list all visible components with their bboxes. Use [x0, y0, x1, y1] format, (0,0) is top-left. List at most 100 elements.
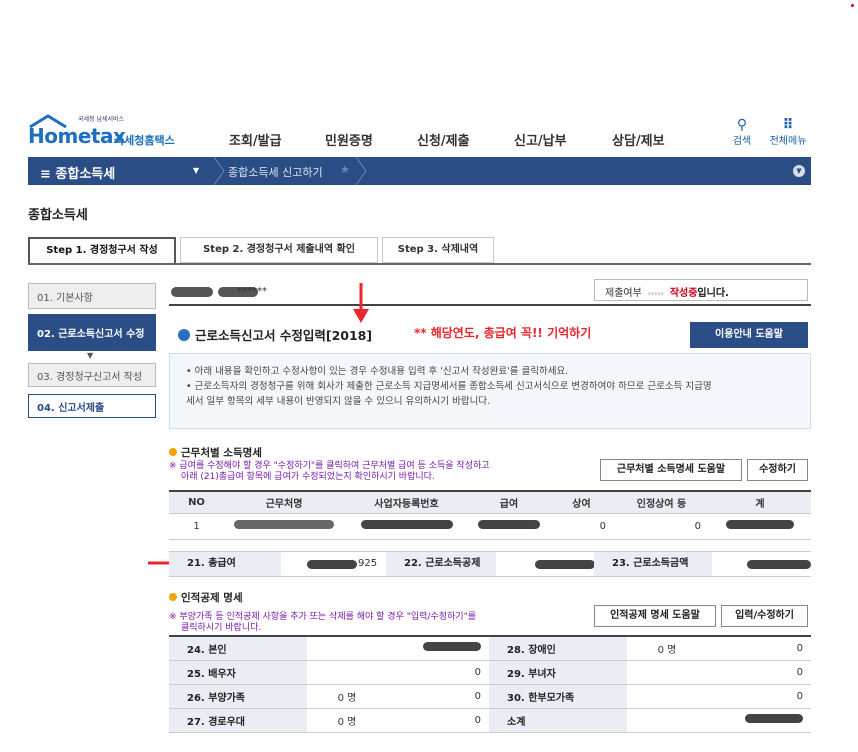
cell-bonus: 0 [549, 513, 614, 540]
info-box: • 아래 내용을 확인하고 수정사항이 있는 경우 수정내용 입력 후 '신고서… [169, 353, 811, 429]
step-claim-write[interactable]: 03. 경정청구신고서 작성 [28, 363, 156, 387]
cell-amount: 0 [387, 660, 489, 685]
cell-amount: 0 [707, 635, 811, 661]
info-line: • 근로소득자의 경정청구를 위해 회사가 제출한 근로소득 지급명세서를 종합… [186, 381, 712, 392]
label-total-salary: 21. 총급여 [169, 552, 281, 576]
menu-report-pay[interactable]: 신고/납부 [514, 130, 567, 149]
annotation-note: ** 해당연도, 총급여 꼭!! 기억하기 [414, 326, 592, 340]
all-menu-button[interactable]: ⠿ 전체메뉴 [765, 118, 811, 147]
search-button[interactable]: ⚲ 검색 [719, 118, 765, 147]
step-submit[interactable]: 04. 신고서제출 [28, 394, 156, 418]
redacted-bizno [360, 520, 453, 529]
redacted-subtotal [745, 714, 803, 723]
deduction-heading: 인적공제 명세 [169, 590, 243, 605]
label-subtotal: 소계 [489, 708, 627, 733]
submit-status-box: 제출여부 ››››› 작성중입니다. [594, 279, 808, 301]
grid-icon: ⠿ [782, 117, 794, 133]
deduct-note-1: ※ 부양가족 등 인적공제 사항을 추가 또는 삭제를 해야 할 경우 "입력/… [169, 612, 477, 622]
work-note-2: 아래 (21)총급여 항목에 급여가 수정되었는지 확인하시기 바랍니다. [181, 472, 435, 482]
step-wage-edit[interactable]: 02. 근로소득신고서 수정 [28, 314, 156, 351]
col-salary: 급여 [469, 490, 549, 514]
table-row: 26. 부양가족 0 명 0 30. 한부모가족 0 [169, 684, 811, 709]
step-down-arrow-icon: ▼ [87, 351, 94, 360]
redacted-name [171, 287, 213, 297]
nav-main-menu[interactable]: ≡ 종합소득세 [40, 163, 115, 182]
label-wage-deduction: 22. 근로소득공제 [386, 552, 496, 576]
hometax-logo[interactable]: 국세청 납세서비스 Hometax 국세청홈택스 [28, 114, 188, 148]
redacted-salary [478, 520, 540, 529]
chevron-down-icon[interactable]: ▼ [193, 166, 199, 175]
work-edit-button[interactable]: 수정하기 [747, 459, 808, 481]
deduction-help-button[interactable]: 인적공제 명세 도움말 [594, 605, 716, 627]
guide-help-button[interactable]: 이용안내 도움말 [690, 322, 808, 348]
cell-amount: 0 [707, 684, 811, 709]
favorite-star-icon[interactable]: ★ [340, 163, 350, 176]
redacted-total [726, 520, 794, 529]
tab-step3[interactable]: Step 3. 삭제내역 [382, 237, 494, 263]
corner-dot [851, 4, 854, 7]
menu-certificate[interactable]: 민원증명 [325, 130, 373, 149]
chevron-down-circle-icon[interactable]: ▼ [793, 165, 805, 177]
info-line: 세서 일부 항목의 세부 내용이 반영되지 않을 수 있으니 유의하시기 바랍니… [186, 396, 491, 407]
cell-count [627, 684, 707, 709]
search-icon: ⚲ [736, 117, 748, 133]
arrows-icon: ››››› [647, 289, 664, 298]
cell-count: 0 명 [307, 684, 387, 709]
tab-underline [28, 263, 811, 265]
step-basic[interactable]: 01. 기본사항 [28, 283, 156, 309]
work-help-button[interactable]: 근무처별 소득명세 도움말 [600, 459, 742, 481]
table-row: 25. 배우자 0 29. 부녀자 0 [169, 660, 811, 685]
logo-subtitle: 국세청 납세서비스 [78, 116, 125, 123]
work-income-table: NO 근무처명 사업자등록번호 급여 상여 인정상여 등 계 1 0 0 [169, 490, 811, 540]
label-disabled: 28. 장애인 [489, 635, 627, 661]
menu-consult[interactable]: 상담/제보 [612, 130, 665, 149]
menu-application[interactable]: 신청/제출 [417, 130, 470, 149]
cell-workplace [224, 513, 344, 540]
value-total-salary: 925 [358, 558, 378, 569]
deduction-table: 24. 본인 28. 장애인 0 명 0 25. 배우자 0 29. 부녀자 0… [169, 635, 811, 733]
col-bizno: 사업자등록번호 [344, 490, 469, 514]
col-bonus: 상여 [549, 490, 614, 514]
cell-count [307, 635, 387, 661]
col-total: 계 [709, 490, 811, 514]
cell-count [307, 660, 387, 685]
deduction-heading-text: 인적공제 명세 [181, 592, 243, 604]
page-title: 종합소득세 [28, 208, 88, 223]
redacted-total-salary [307, 560, 357, 569]
cell-count: 0 명 [307, 708, 387, 733]
cell-amount [387, 635, 489, 661]
tab-step1[interactable]: Step 1. 경정청구서 작성 [28, 237, 176, 265]
breadcrumb-separator-icon [213, 157, 225, 185]
redacted-wage-income [747, 560, 811, 569]
submit-status-value: 작성중 [669, 288, 698, 299]
cell-count [627, 660, 707, 685]
cell-salary [469, 513, 549, 540]
nav-bar: ≡ 종합소득세 ▼ 종합소득세 신고하기 ★ ▼ [28, 157, 811, 185]
deduction-edit-button[interactable]: 입력/수정하기 [721, 605, 808, 627]
cell-bizno [344, 513, 469, 540]
logo-korean: 국세청홈택스 [114, 134, 175, 147]
menu-inquiry[interactable]: 조회/발급 [229, 130, 282, 149]
label-self: 24. 본인 [169, 635, 307, 661]
breadcrumb-separator-icon [355, 157, 367, 185]
redacted-self-amount [423, 642, 481, 652]
red-arrow-down-icon [353, 283, 369, 323]
info-line: • 아래 내용을 확인하고 수정사항이 있는 경우 수정내용 입력 후 '신고서… [186, 366, 569, 377]
col-recognized-bonus: 인정상여 등 [614, 490, 709, 514]
work-income-heading-text: 근무처별 소득명세 [181, 447, 262, 459]
table-row: 1 0 0 [169, 513, 811, 540]
bullet-icon [169, 448, 177, 456]
tab-step2[interactable]: Step 2. 경정청구서 제출내역 확인 [180, 237, 378, 263]
work-note-1: ※ 급여를 수정해야 할 경우 "수정하기"를 클릭하여 근무처별 급여 등 소… [169, 461, 490, 471]
bullet-icon [178, 329, 190, 341]
all-menu-label: 전체메뉴 [769, 136, 807, 147]
cell-amount: 0 [387, 708, 489, 733]
cell-total [709, 513, 811, 540]
label-woman: 29. 부녀자 [489, 660, 627, 685]
nav-breadcrumb[interactable]: 종합소득세 신고하기 [228, 164, 323, 180]
label-dependents: 26. 부양가족 [169, 684, 307, 709]
logo-text: Hometax [28, 124, 126, 148]
cell-no: 1 [169, 513, 224, 540]
cell-recognized: 0 [614, 513, 709, 540]
label-wage-income: 23. 근로소득금액 [594, 552, 712, 576]
